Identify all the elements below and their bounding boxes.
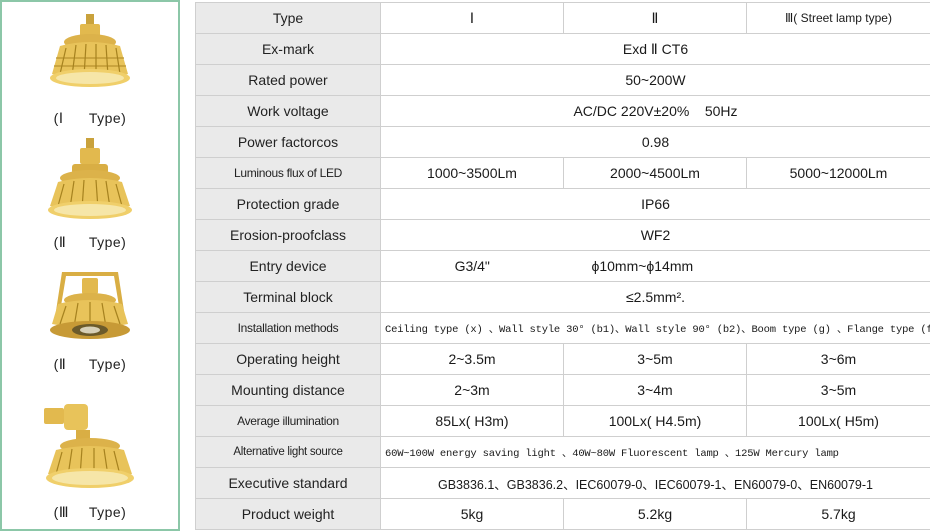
type-col-2: Ⅱ <box>563 2 747 34</box>
entry-device-col-2: ϕ10mm~ϕ14mm <box>563 250 930 282</box>
avg-illumination-col-2: 100Lx( H4.5m) <box>563 405 747 437</box>
row-label-entry-device: Entry device <box>195 250 381 282</box>
spec-table-wrapper: Type Ⅰ Ⅱ Ⅲ( Street lamp type) Ex-mark Ex… <box>195 2 930 530</box>
table-row: Power factorcos 0.98 <box>195 126 930 158</box>
product-caption: (Ⅱ Type) <box>53 356 127 372</box>
table-row: Mounting distance 2~3m 3~4m 3~5m <box>195 374 930 406</box>
spec-table: Type Ⅰ Ⅱ Ⅲ( Street lamp type) Ex-mark Ex… <box>195 2 930 530</box>
row-label-ex-mark: Ex-mark <box>195 33 381 65</box>
entry-device-col-1: G3/4" <box>380 250 564 282</box>
power-factor-value: 0.98 <box>380 126 930 158</box>
operating-height-col-3: 3~6m <box>746 343 930 375</box>
ex-mark-value: Exd Ⅱ CT6 <box>380 33 930 65</box>
row-label-mounting-distance: Mounting distance <box>195 374 381 406</box>
row-label-power-factor: Power factorcos <box>195 126 381 158</box>
table-row: Operating height 2~3.5m 3~5m 3~6m <box>195 343 930 375</box>
operating-height-col-1: 2~3.5m <box>380 343 564 375</box>
table-row: Rated power 50~200W <box>195 64 930 96</box>
lamp-type-2-icon <box>48 138 132 219</box>
table-row: Executive standard GB3836.1、GB3836.2、IEC… <box>195 467 930 499</box>
weight-col-2: 5.2kg <box>563 498 747 530</box>
operating-height-col-2: 3~5m <box>563 343 747 375</box>
row-label-luminous-flux: Luminous flux of LED <box>195 157 381 189</box>
table-row: Installation methods Ceiling type (x) 、W… <box>195 312 930 344</box>
product-caption: (Ⅲ Type) <box>53 504 127 520</box>
installation-value: Ceiling type (x) 、Wall style 30° (b1)、Wa… <box>380 312 930 344</box>
table-row: Protection grade IP66 <box>195 188 930 220</box>
lamp-type-2-bracket-icon <box>50 272 130 339</box>
row-label-rated-power: Rated power <box>195 64 381 96</box>
weight-col-1: 5kg <box>380 498 564 530</box>
erosion-class-value: WF2 <box>380 219 930 251</box>
mounting-distance-col-3: 3~5m <box>746 374 930 406</box>
row-label-installation: Installation methods <box>195 312 381 344</box>
rated-power-value: 50~200W <box>380 64 930 96</box>
row-label-work-voltage: Work voltage <box>195 95 381 127</box>
table-row: Product weight 5kg 5.2kg 5.7kg <box>195 498 930 530</box>
product-caption: (Ⅱ Type) <box>53 234 127 250</box>
table-row: Luminous flux of LED 1000~3500Lm 2000~45… <box>195 157 930 189</box>
table-row: Type Ⅰ Ⅱ Ⅲ( Street lamp type) <box>195 2 930 34</box>
row-label-operating-height: Operating height <box>195 343 381 375</box>
row-label-protection-grade: Protection grade <box>195 188 381 220</box>
luminous-flux-col-3: 5000~12000Lm <box>746 157 930 189</box>
row-label-alt-light: Alternative light source <box>195 436 381 468</box>
mounting-distance-col-2: 3~4m <box>563 374 747 406</box>
row-label-terminal-block: Terminal block <box>195 281 381 313</box>
row-label-erosion-class: Erosion-proofclass <box>195 219 381 251</box>
avg-illumination-col-1: 85Lx( H3m) <box>380 405 564 437</box>
luminous-flux-col-1: 1000~3500Lm <box>380 157 564 189</box>
table-row: Average illumination 85Lx( H3m) 100Lx( H… <box>195 405 930 437</box>
row-label-type: Type <box>195 2 381 34</box>
row-label-exec-standard: Executive standard <box>195 467 381 499</box>
mounting-distance-col-1: 2~3m <box>380 374 564 406</box>
work-voltage-value: AC/DC 220V±20% 50Hz <box>380 95 930 127</box>
row-label-weight: Product weight <box>195 498 381 530</box>
table-row: Entry device G3/4" ϕ10mm~ϕ14mm <box>195 250 930 282</box>
lamp-type-1-icon <box>50 14 130 87</box>
type-col-1: Ⅰ <box>380 2 564 34</box>
product-caption: (Ⅰ Type) <box>53 110 127 126</box>
table-row: Ex-mark Exd Ⅱ CT6 <box>195 33 930 65</box>
avg-illumination-col-3: 100Lx( H5m) <box>746 405 930 437</box>
luminous-flux-col-2: 2000~4500Lm <box>563 157 747 189</box>
alt-light-value: 60W~100W energy saving light 、40W~80W Fl… <box>380 436 930 468</box>
product-image-panel: (Ⅰ Type) (Ⅱ Type) (Ⅱ Type) (Ⅲ Type) <box>0 0 180 531</box>
lamp-type-3-street-icon <box>44 404 134 488</box>
type-col-3: Ⅲ( Street lamp type) <box>746 2 930 34</box>
table-row: Work voltage AC/DC 220V±20% 50Hz <box>195 95 930 127</box>
table-row: Erosion-proofclass WF2 <box>195 219 930 251</box>
table-row: Terminal block ≤2.5mm². <box>195 281 930 313</box>
weight-col-3: 5.7kg <box>746 498 930 530</box>
table-row: Alternative light source 60W~100W energy… <box>195 436 930 468</box>
exec-standard-value: GB3836.1、GB3836.2、IEC60079-0、IEC60079-1、… <box>380 467 930 499</box>
terminal-block-value: ≤2.5mm². <box>380 281 930 313</box>
row-label-avg-illumination: Average illumination <box>195 405 381 437</box>
protection-grade-value: IP66 <box>380 188 930 220</box>
